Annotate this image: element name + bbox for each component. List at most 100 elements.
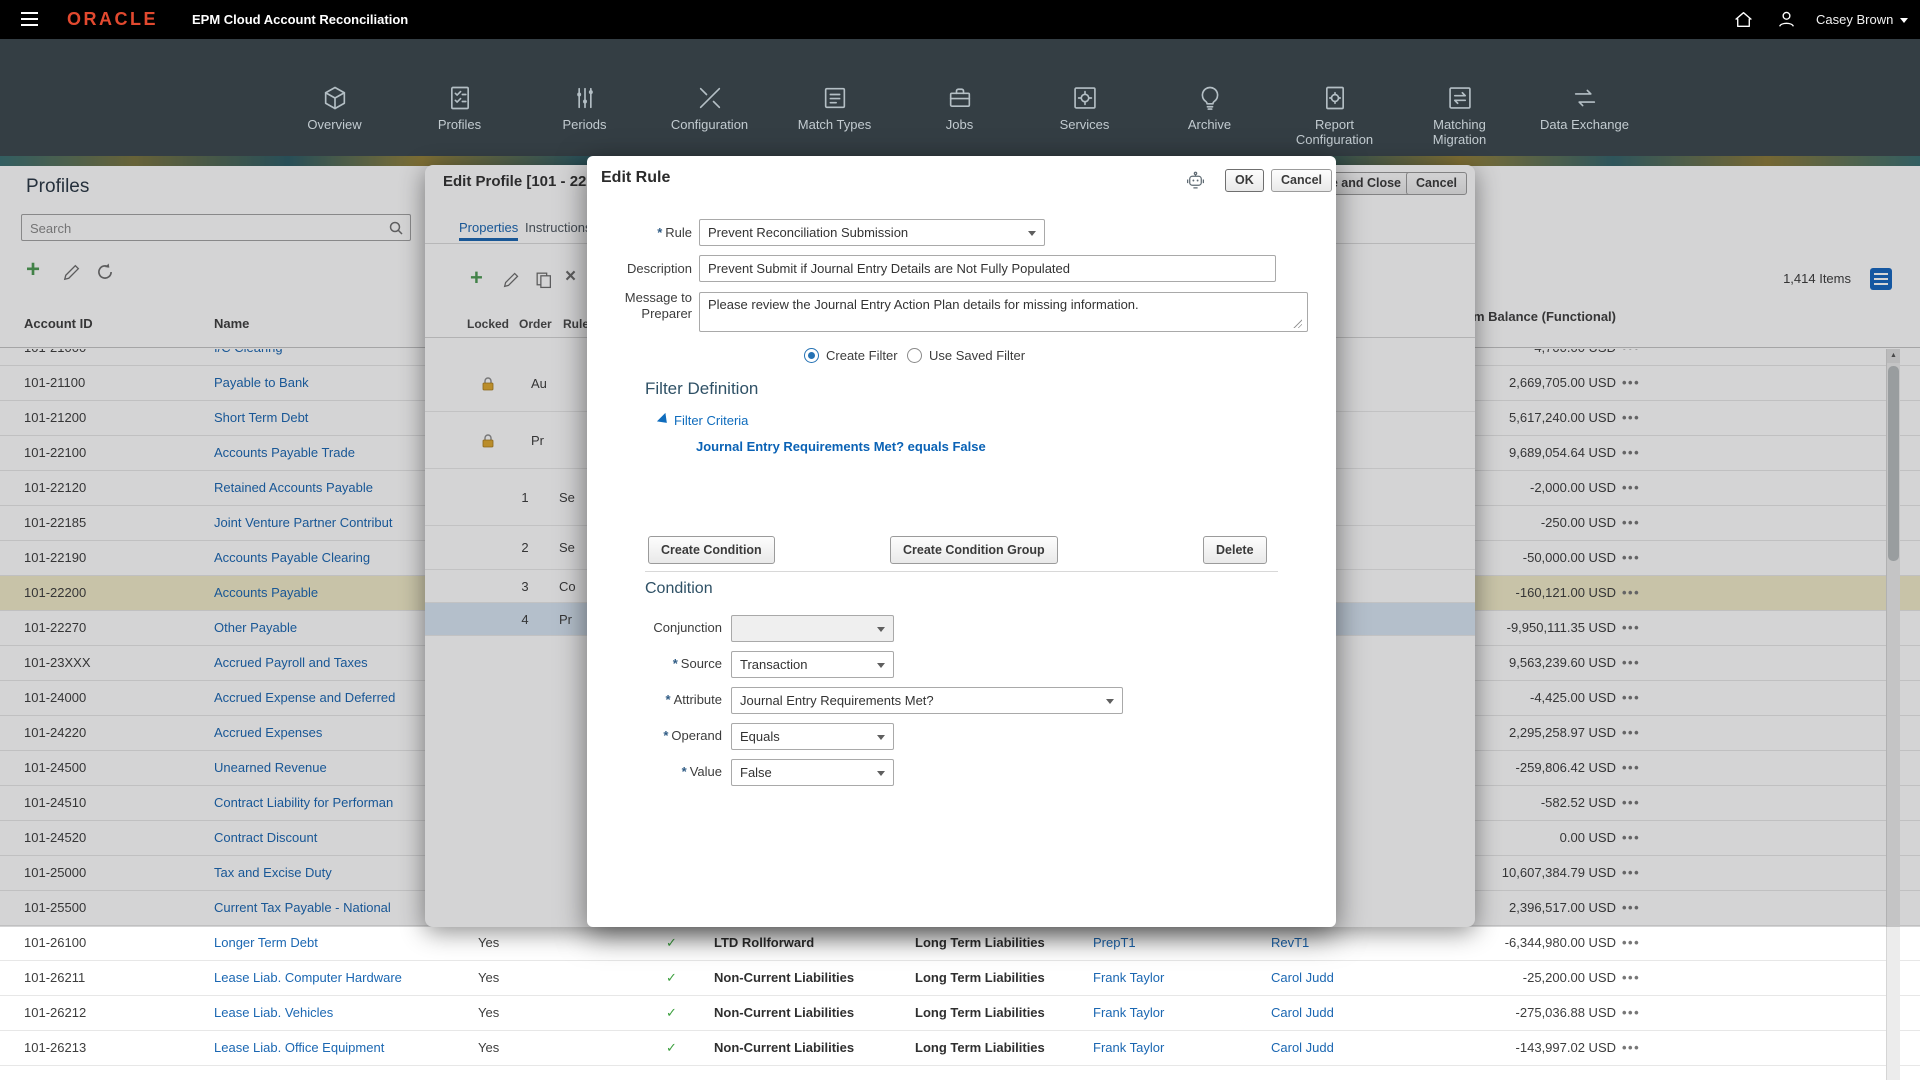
user-menu[interactable]: Casey Brown	[1816, 12, 1908, 27]
nav-items: Overview Profiles PeriodsConfiguration Matc…	[272, 39, 1647, 156]
nav-item-label: Match Types	[784, 117, 886, 132]
balance-cell: -25,200.00 USD	[1523, 961, 1616, 995]
value-value: False	[740, 765, 772, 780]
nav-item-periods[interactable]: Periods	[522, 39, 647, 156]
assistant-icon[interactable]	[1185, 170, 1206, 191]
nav-item-label: Profiles	[409, 117, 511, 132]
nav-item-label: Matching Migration	[1409, 117, 1511, 147]
required-marker: *	[673, 656, 678, 671]
services-icon	[1071, 84, 1099, 112]
attribute-dropdown[interactable]: Journal Entry Requirements Met?	[731, 687, 1123, 714]
profile-name-link[interactable]: Longer Term Debt	[214, 926, 318, 960]
account-id-cell: 101-26213	[24, 1031, 86, 1065]
nav-item-label: Report Configuration	[1284, 117, 1386, 147]
matching-migration-icon	[1446, 84, 1474, 112]
nav-item-label: Jobs	[909, 117, 1011, 132]
delete-button[interactable]: Delete	[1203, 536, 1267, 564]
reviewer-link[interactable]: Carol Judd	[1271, 1031, 1334, 1065]
method-cell: Non-Current Liabilities	[714, 1031, 854, 1065]
row-actions-menu[interactable]: •••	[1622, 961, 1640, 995]
reviewer-link[interactable]: RevT1	[1271, 926, 1309, 960]
message-to-preparer-textarea[interactable]: Please review the Journal Entry Action P…	[699, 292, 1308, 332]
nav-item-report-configuration[interactable]: Report Configuration	[1272, 39, 1397, 156]
operand-value: Equals	[740, 729, 780, 744]
jobs-icon	[946, 84, 974, 112]
create-filter-radio[interactable]	[804, 348, 819, 363]
balance-cell: -275,036.88 USD	[1516, 996, 1616, 1030]
profiles-icon	[446, 84, 474, 112]
source-dropdown[interactable]: Transaction	[731, 651, 894, 678]
hamburger-menu-icon[interactable]	[21, 12, 38, 26]
edit-rule-cancel-button[interactable]: Cancel	[1271, 169, 1332, 192]
condition-heading: Condition	[645, 580, 713, 598]
required-marker: *	[666, 692, 671, 707]
check-icon: ✓	[666, 1031, 677, 1065]
preparer-link[interactable]: Frank Taylor	[1093, 961, 1164, 995]
value-dropdown[interactable]: False	[731, 759, 894, 786]
nav-item-archive[interactable]: Archive	[1147, 39, 1272, 156]
account-id-cell: 101-26211	[24, 961, 85, 995]
attribute-label: *Attribute	[666, 692, 722, 708]
archive-icon	[1196, 84, 1224, 112]
conjunction-label: Conjunction	[653, 620, 722, 636]
use-saved-filter-radio[interactable]	[907, 348, 922, 363]
required-marker: *	[657, 225, 662, 240]
profile-name-link[interactable]: Lease Liab. Vehicles	[214, 996, 333, 1030]
account-type-cell: Long Term Liabilities	[915, 961, 1045, 995]
table-row[interactable]: 101-26100Longer Term DebtYes✓LTD Rollfor…	[0, 926, 1920, 961]
filter-criteria-link[interactable]: Filter Criteria	[674, 413, 748, 428]
table-row[interactable]: 101-26212Lease Liab. VehiclesYes✓Non-Cur…	[0, 996, 1920, 1031]
row-actions-menu[interactable]: •••	[1622, 996, 1640, 1030]
nav-item-overview[interactable]: Overview	[272, 39, 397, 156]
row-actions-menu[interactable]: •••	[1622, 926, 1640, 960]
match-types-icon	[821, 84, 849, 112]
expand-collapse-icon[interactable]	[657, 413, 671, 427]
conjunction-dropdown[interactable]	[731, 615, 894, 642]
ok-button[interactable]: OK	[1225, 169, 1264, 192]
filter-criteria-expression[interactable]: Journal Entry Requirements Met? equals F…	[696, 439, 986, 454]
oracle-logo: ORACLE	[67, 9, 158, 30]
nav-item-match-types[interactable]: Match Types	[772, 39, 897, 156]
create-condition-button[interactable]: Create Condition	[648, 536, 775, 564]
preparer-link[interactable]: PrepT1	[1093, 926, 1136, 960]
operand-label: *Operand	[663, 728, 722, 744]
row-actions-menu[interactable]: •••	[1622, 1031, 1640, 1065]
rule-dropdown[interactable]: Prevent Reconciliation Submission	[699, 219, 1045, 246]
caret-down-icon	[1900, 18, 1908, 23]
auto-cell: Yes	[478, 961, 499, 995]
rule-dropdown-value: Prevent Reconciliation Submission	[708, 225, 908, 240]
preparer-link[interactable]: Frank Taylor	[1093, 1031, 1164, 1065]
main-navigation: Overview Profiles PeriodsConfiguration Matc…	[0, 39, 1920, 156]
method-cell: LTD Rollforward	[714, 926, 814, 960]
app-title: EPM Cloud Account Reconciliation	[192, 12, 408, 27]
reviewer-link[interactable]: Carol Judd	[1271, 961, 1334, 995]
nav-item-profiles[interactable]: Profiles	[397, 39, 522, 156]
account-id-cell: 101-26212	[24, 996, 86, 1030]
profile-name-link[interactable]: Lease Liab. Office Equipment	[214, 1031, 384, 1065]
nav-item-data-exchange[interactable]: Data Exchange	[1522, 39, 1647, 156]
nav-item-services[interactable]: Services	[1022, 39, 1147, 156]
table-row[interactable]: 101-26211 Lease Liab. Computer Hardware Ye…	[0, 961, 1920, 996]
description-input[interactable]	[699, 255, 1276, 282]
user-avatar-icon[interactable]	[1776, 9, 1797, 30]
nav-item-matching-migration[interactable]: Matching Migration	[1397, 39, 1522, 156]
required-marker: *	[682, 764, 687, 779]
balance-cell: -143,997.02 USD	[1516, 1031, 1616, 1065]
create-condition-group-button[interactable]: Create Condition Group	[890, 536, 1058, 564]
filter-definition-heading: Filter Definition	[645, 379, 758, 399]
preparer-link[interactable]: Frank Taylor	[1093, 996, 1164, 1030]
reviewer-link[interactable]: Carol Judd	[1271, 996, 1334, 1030]
source-value: Transaction	[740, 657, 807, 672]
attribute-value: Journal Entry Requirements Met?	[740, 693, 934, 708]
auto-cell: Yes	[478, 996, 499, 1030]
account-type-cell: Long Term Liabilities	[915, 926, 1045, 960]
source-label: *Source	[673, 656, 722, 672]
nav-item-configuration[interactable]: Configuration	[647, 39, 772, 156]
nav-item-jobs[interactable]: Jobs	[897, 39, 1022, 156]
table-row[interactable]: 101-26213Lease Liab. Office EquipmentYes…	[0, 1031, 1920, 1066]
operand-dropdown[interactable]: Equals	[731, 723, 894, 750]
home-icon[interactable]	[1733, 9, 1754, 30]
profile-name-link[interactable]: Lease Liab. Computer Hardware	[214, 961, 402, 995]
data-exchange-icon	[1571, 84, 1599, 112]
use-saved-filter-label: Use Saved Filter	[929, 348, 1025, 363]
